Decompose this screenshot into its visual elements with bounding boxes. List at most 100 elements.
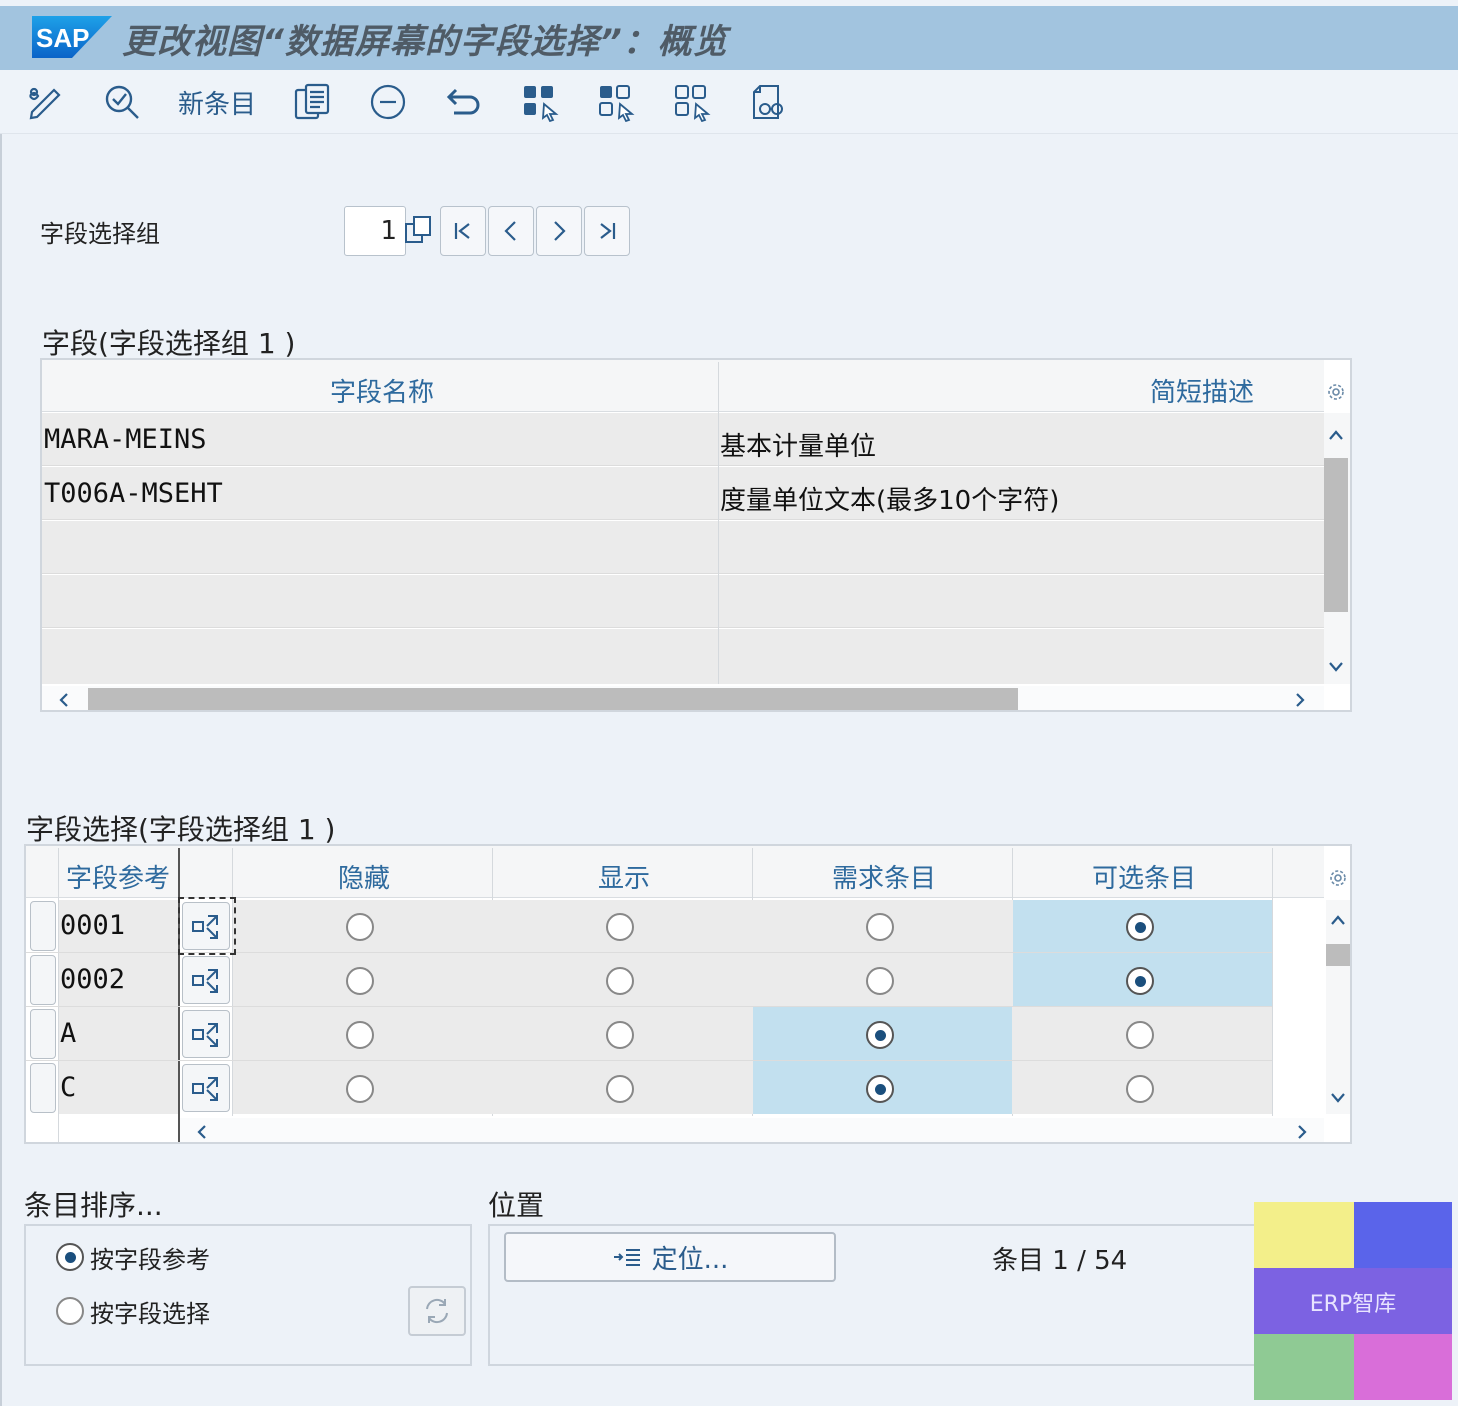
vertical-scrollbar[interactable] bbox=[1326, 900, 1350, 1114]
refresh-button[interactable] bbox=[408, 1286, 466, 1336]
short-desc-cell: 基本计量单位 bbox=[720, 432, 877, 462]
column-header-field-ref[interactable]: 字段参考 bbox=[66, 858, 170, 895]
sort-by-ref-radio[interactable] bbox=[56, 1243, 84, 1271]
column-header-field-name[interactable]: 字段名称 bbox=[330, 372, 434, 409]
radio-hide[interactable] bbox=[346, 1021, 374, 1049]
refresh-icon bbox=[426, 1298, 448, 1324]
radio-optional[interactable] bbox=[1126, 1021, 1154, 1049]
copy-icon[interactable] bbox=[290, 80, 334, 124]
left-edge bbox=[0, 134, 2, 1406]
short-desc-cell: 度量单位文本(最多10个字符) bbox=[720, 486, 1060, 516]
radio-optional[interactable] bbox=[1126, 967, 1154, 995]
previous-page-button[interactable] bbox=[488, 206, 534, 256]
table-row[interactable] bbox=[42, 521, 1324, 574]
column-header-hide[interactable]: 隐藏 bbox=[338, 858, 390, 895]
undo-icon[interactable] bbox=[442, 80, 486, 124]
scroll-left-icon[interactable] bbox=[194, 1122, 210, 1146]
value-help-icon[interactable] bbox=[404, 214, 434, 246]
detail-button[interactable] bbox=[182, 1064, 230, 1112]
row-selector[interactable] bbox=[30, 955, 56, 1005]
locate-label: 定位... bbox=[651, 1244, 729, 1275]
deselect-all-icon[interactable] bbox=[670, 80, 714, 124]
table-row[interactable] bbox=[42, 629, 1324, 684]
column-header-short-desc[interactable]: 简短描述 bbox=[1150, 372, 1254, 409]
detail-button[interactable] bbox=[182, 956, 230, 1004]
watermark-tile bbox=[1354, 1334, 1452, 1400]
first-page-button[interactable] bbox=[440, 206, 486, 256]
detail-icon bbox=[192, 1077, 218, 1101]
field-ref-cell: A bbox=[60, 1018, 77, 1049]
scrollbar-thumb[interactable] bbox=[1326, 944, 1350, 966]
scrollbar-thumb[interactable] bbox=[1324, 458, 1348, 612]
row-selector[interactable] bbox=[30, 901, 56, 951]
fields-table-header bbox=[42, 360, 1324, 412]
row-selector[interactable] bbox=[30, 1009, 56, 1059]
entry-total: 54 bbox=[1094, 1246, 1128, 1276]
field-group-input[interactable]: 1 bbox=[344, 206, 406, 256]
scroll-right-icon[interactable] bbox=[1294, 1122, 1310, 1146]
locate-icon bbox=[613, 1249, 640, 1266]
column-header-display[interactable]: 显示 bbox=[598, 858, 650, 895]
column-header-required[interactable]: 需求条目 bbox=[832, 858, 936, 895]
radio-hide[interactable] bbox=[346, 913, 374, 941]
radio-optional[interactable] bbox=[1126, 913, 1154, 941]
row-selector[interactable] bbox=[30, 1063, 56, 1113]
scroll-down-icon[interactable] bbox=[1326, 656, 1346, 681]
scroll-up-icon[interactable] bbox=[1326, 424, 1346, 449]
table-row[interactable] bbox=[42, 575, 1324, 628]
radio-required[interactable] bbox=[866, 1075, 894, 1103]
detail-button[interactable] bbox=[182, 902, 230, 950]
field-ref-cell: 0001 bbox=[60, 910, 126, 941]
column-divider bbox=[718, 413, 719, 684]
select-block-icon[interactable] bbox=[594, 80, 638, 124]
horizontal-scrollbar[interactable] bbox=[180, 1118, 1324, 1142]
detail-button[interactable] bbox=[182, 1010, 230, 1058]
sort-by-ref-label: 按字段参考 bbox=[90, 1246, 210, 1274]
sort-by-selection-radio[interactable] bbox=[56, 1297, 84, 1325]
radio-required[interactable] bbox=[866, 913, 894, 941]
scroll-left-icon[interactable] bbox=[56, 690, 72, 714]
select-all-icon[interactable] bbox=[518, 80, 562, 124]
table-row[interactable] bbox=[42, 467, 1324, 520]
sap-logo: SAP bbox=[32, 16, 112, 58]
change-display-icon[interactable] bbox=[24, 80, 68, 124]
radio-required[interactable] bbox=[866, 967, 894, 995]
radio-display[interactable] bbox=[606, 967, 634, 995]
scroll-up-icon[interactable] bbox=[1328, 912, 1348, 932]
scroll-right-icon[interactable] bbox=[1292, 690, 1308, 714]
field-group-label: 字段选择组 bbox=[40, 220, 160, 248]
delete-icon[interactable] bbox=[366, 80, 410, 124]
scrollbar-thumb[interactable] bbox=[88, 688, 1018, 710]
radio-hide[interactable] bbox=[346, 1075, 374, 1103]
chevron-right-icon bbox=[554, 221, 566, 241]
entry-separator: / bbox=[1077, 1246, 1086, 1276]
scroll-down-icon[interactable] bbox=[1328, 1090, 1348, 1110]
table-settings-icon[interactable] bbox=[1328, 866, 1348, 890]
radio-required[interactable] bbox=[866, 1021, 894, 1049]
table-row[interactable] bbox=[42, 413, 1324, 466]
chevron-left-icon bbox=[504, 221, 516, 241]
sort-box-title: 条目排序... bbox=[24, 1189, 163, 1222]
radio-display[interactable] bbox=[606, 913, 634, 941]
next-page-button[interactable] bbox=[536, 206, 582, 256]
svg-text:SAP: SAP bbox=[36, 23, 89, 53]
entry-label: 条目 bbox=[992, 1246, 1045, 1276]
detail-icon bbox=[192, 1023, 218, 1047]
last-page-button[interactable] bbox=[584, 206, 630, 256]
radio-hide[interactable] bbox=[346, 967, 374, 995]
radio-display[interactable] bbox=[606, 1075, 634, 1103]
table-settings-icon[interactable] bbox=[1326, 380, 1346, 404]
column-header-optional[interactable]: 可选条目 bbox=[1092, 858, 1196, 895]
locate-button[interactable]: 定位... bbox=[504, 1232, 836, 1282]
radio-display[interactable] bbox=[606, 1021, 634, 1049]
radio-optional[interactable] bbox=[1126, 1075, 1154, 1103]
field-ref-cell: C bbox=[60, 1072, 77, 1103]
new-entries-button[interactable]: 新条目 bbox=[178, 84, 256, 121]
watermark-text: ERP智库 bbox=[1309, 1292, 1397, 1317]
print-preview-icon[interactable] bbox=[746, 80, 790, 124]
fields-table-title: 字段(字段选择组 1 ) bbox=[42, 327, 296, 360]
field-name-cell: MARA-MEINS bbox=[44, 424, 207, 455]
field-ref-cell: 0002 bbox=[60, 964, 126, 995]
check-icon[interactable] bbox=[100, 80, 144, 124]
row-divider bbox=[26, 1060, 1272, 1061]
